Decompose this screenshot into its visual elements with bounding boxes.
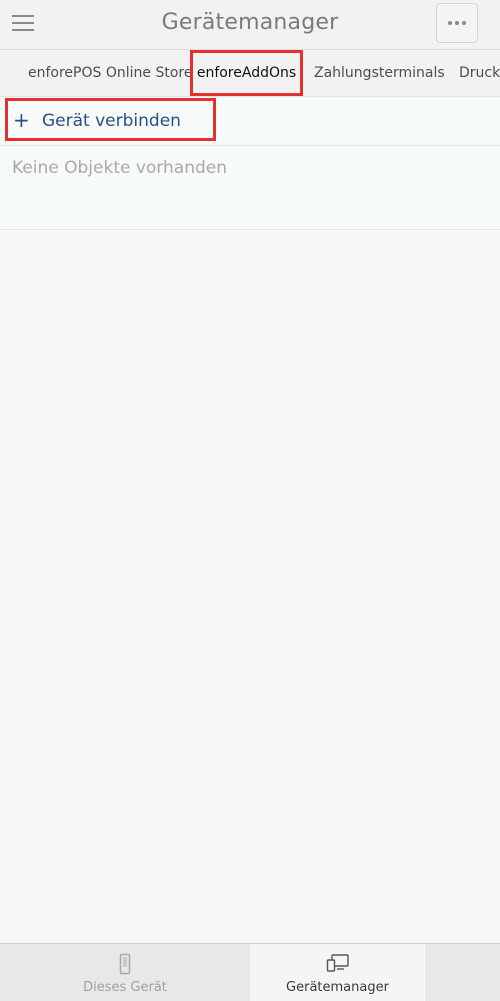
phone-icon (119, 953, 131, 975)
more-options-button[interactable] (436, 3, 478, 43)
more-dots-icon (448, 21, 452, 25)
tab-enforepos-online-store[interactable]: enforePOS Online Store (28, 50, 192, 96)
nav-this-device[interactable]: Dieses Gerät (0, 944, 250, 1001)
device-list: Keine Objekte vorhanden (0, 146, 500, 230)
app-header: Gerätemanager (0, 0, 500, 50)
devices-icon (326, 954, 349, 972)
page-title: Gerätemanager (161, 10, 339, 35)
empty-state-text: Keine Objekte vorhanden (12, 158, 227, 178)
nav-this-device-label: Dieses Gerät (83, 980, 167, 995)
highlight-box-connect (5, 98, 216, 141)
bottom-navigation: Dieses Gerät Gerätemanager (0, 943, 500, 1001)
highlight-box-tab (190, 50, 303, 96)
nav-device-manager-label: Gerätemanager (286, 980, 389, 995)
tab-drucker[interactable]: Drucke (459, 50, 500, 96)
nav-device-manager[interactable]: Gerätemanager (250, 944, 425, 1001)
tab-zahlungsterminals[interactable]: Zahlungsterminals (314, 50, 445, 96)
